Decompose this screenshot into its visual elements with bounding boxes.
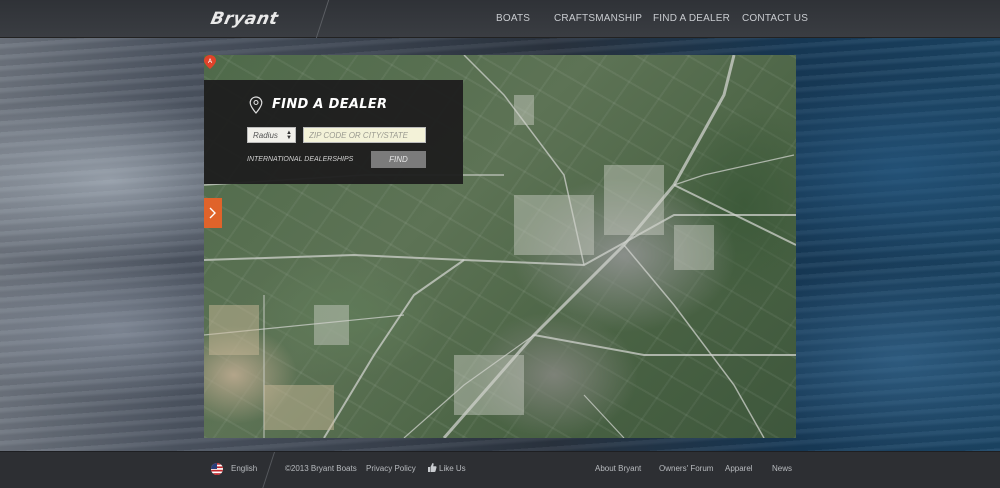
panel-title: FIND A DEALER [272,97,388,112]
thumbs-up-icon[interactable] [427,462,437,473]
map-marker-icon[interactable]: A [204,55,216,69]
nav-craftsmanship[interactable]: CRAFTSMANSHIP [554,13,642,24]
nav-boats[interactable]: BOATS [496,13,530,24]
select-arrows-icon: ▲ ▼ [286,130,292,141]
location-pin-icon [249,96,263,114]
header-divider [315,0,330,38]
footer-divider [261,452,276,488]
site-footer: English ©2013 Bryant Boats Privacy Polic… [0,451,1000,488]
footer-link-owners-forum[interactable]: Owners' Forum [659,464,713,473]
chevron-right-icon [209,207,216,219]
footer-link-news[interactable]: News [772,464,792,473]
bryant-logo[interactable]: Bryant [209,9,280,29]
footer-link-apparel[interactable]: Apparel [725,464,753,473]
zip-search-input[interactable] [303,127,426,143]
like-us-link[interactable]: Like Us [439,464,466,473]
radius-select-value: Radius [253,131,278,140]
language-selector[interactable]: English [231,464,257,473]
nav-find-a-dealer[interactable]: FIND A DEALER [653,13,730,24]
privacy-policy-link[interactable]: Privacy Policy [366,464,416,473]
us-flag-icon [211,463,223,475]
site-header: Bryant BOATS CRAFTSMANSHIP FIND A DEALER… [0,0,1000,38]
footer-link-about[interactable]: About Bryant [595,464,641,473]
copyright-text: ©2013 Bryant Boats [285,464,357,473]
radius-select[interactable]: Radius ▲ ▼ [247,127,296,143]
panel-toggle-tab[interactable] [204,198,222,228]
nav-contact-us[interactable]: CONTACT US [742,13,808,24]
find-button[interactable]: FIND [371,151,426,168]
find-dealer-panel: FIND A DEALER Radius ▲▼ INTERNATIONAL DE… [204,80,463,184]
international-dealerships-link[interactable]: INTERNATIONAL DEALERSHIPS [247,156,353,163]
